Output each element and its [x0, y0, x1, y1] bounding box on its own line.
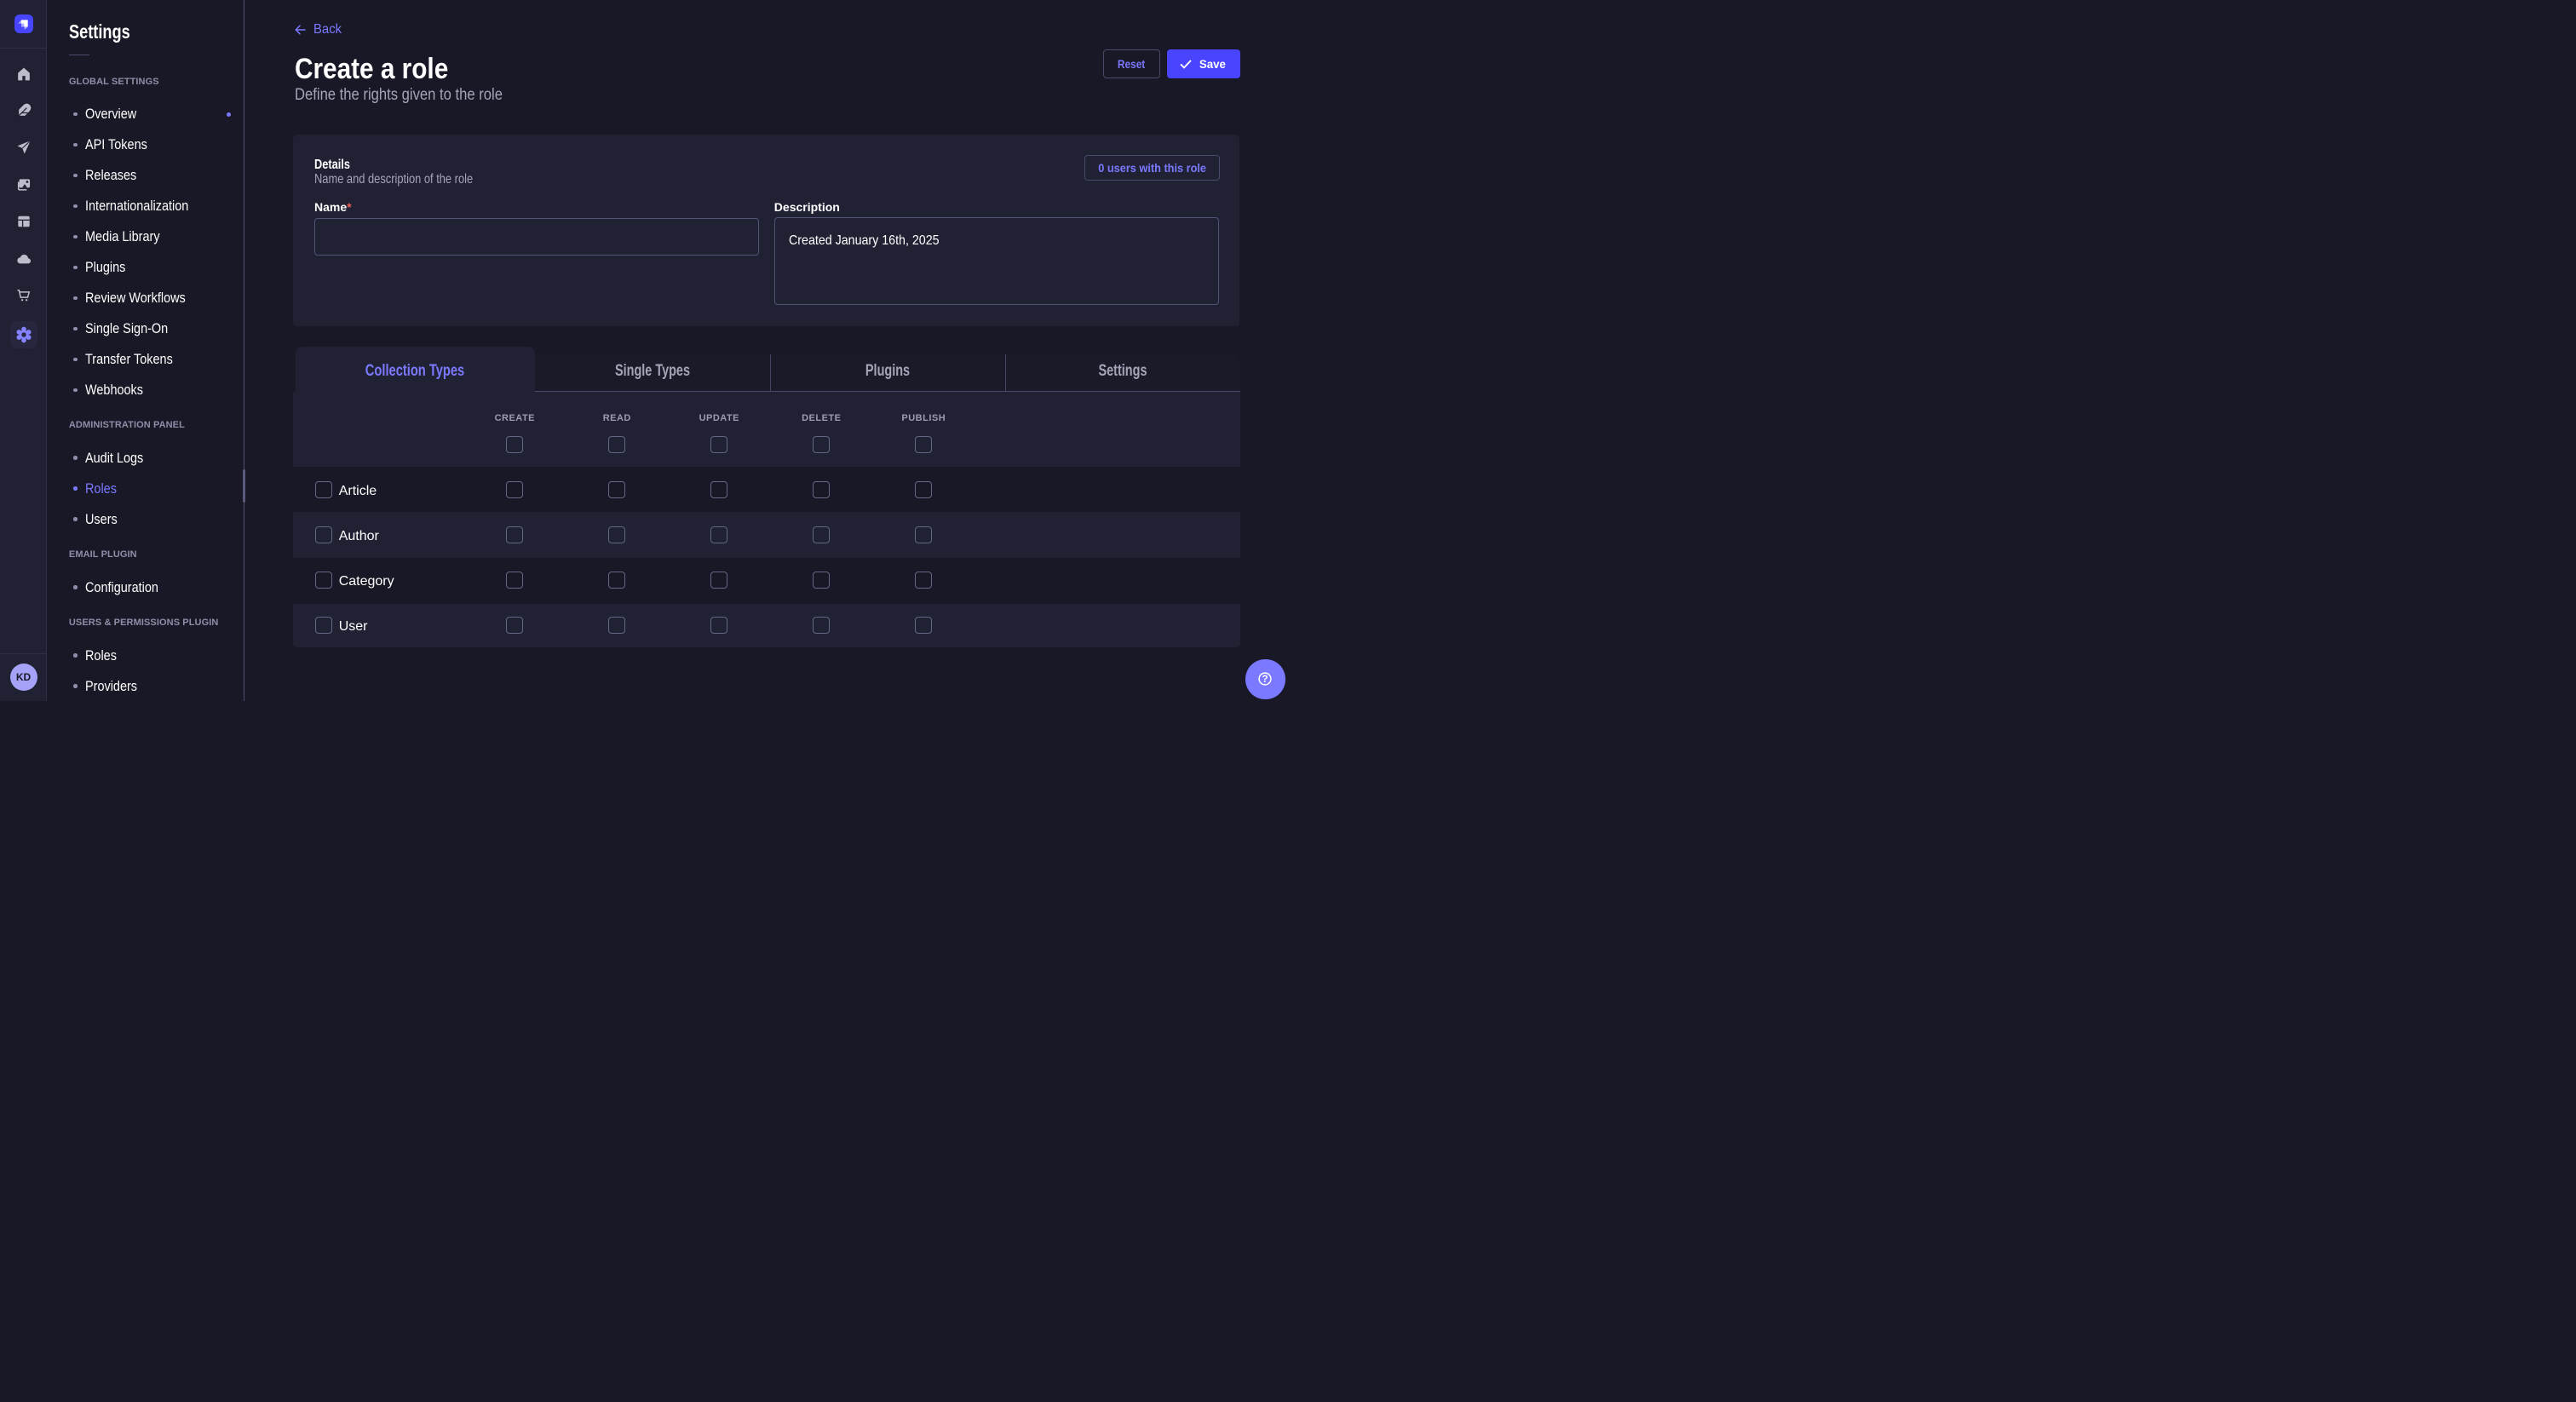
- svg-text:?: ?: [1262, 675, 1268, 686]
